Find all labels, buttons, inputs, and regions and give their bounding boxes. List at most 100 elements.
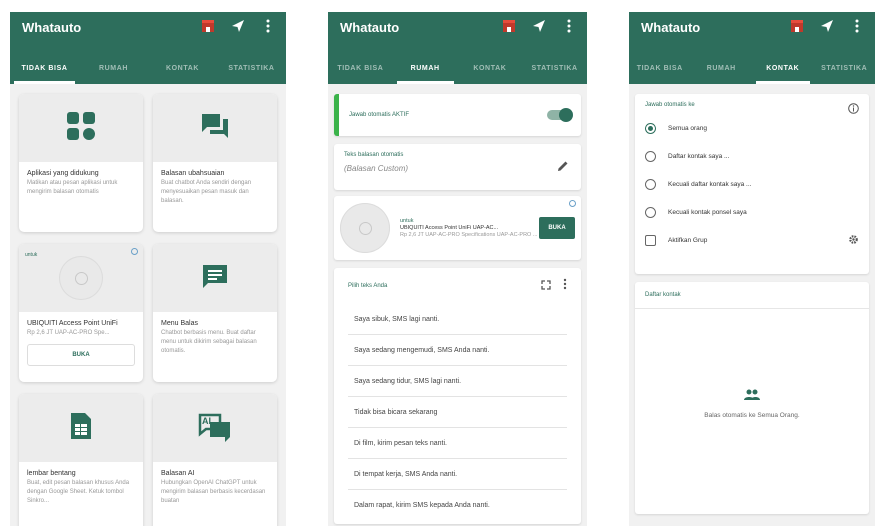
option-label: Semua orang <box>668 124 708 132</box>
message-item[interactable]: Di tempat kerja, SMS Anda nanti. <box>348 459 567 490</box>
ad-tag: untuk <box>400 217 414 224</box>
ad-open-button[interactable]: BUKA <box>539 217 575 239</box>
app-title: Whatauto <box>22 20 82 35</box>
store-icon[interactable] <box>789 18 805 34</box>
card-ai-reply[interactable]: AI Balasan AI Hubungkan OpenAI ChatGPT u… <box>153 394 277 526</box>
more-vert-icon[interactable] <box>563 277 567 295</box>
tab-kontak[interactable]: KONTAK <box>752 52 814 84</box>
reply-text-box[interactable]: Teks balasan otomatis (Balasan Custom) <box>334 144 581 190</box>
app-actions <box>200 18 276 34</box>
gear-icon[interactable] <box>848 234 859 247</box>
send-icon[interactable] <box>230 18 246 34</box>
chat-bubbles-icon <box>200 112 230 145</box>
screen-tidak-bisa: Whatauto TIDAK BISA RUMAH KONTAK STATIST… <box>10 12 286 526</box>
card-spreadsheet[interactable]: lembar bentang Buat, edit pesan balasan … <box>19 394 143 526</box>
app-actions <box>789 18 865 34</box>
more-vert-icon[interactable] <box>260 18 276 34</box>
apps-grid-icon <box>66 111 96 146</box>
tab-bar: TIDAK BISA RUMAH KONTAK STATISTIKA <box>629 52 875 84</box>
more-vert-icon[interactable] <box>849 18 865 34</box>
reply-value: (Balasan Custom) <box>344 164 409 173</box>
card-custom-reply[interactable]: Balasan ubahsuaian Buat chatbot Anda sen… <box>153 94 277 232</box>
ad-open-button[interactable]: BUKA <box>27 344 135 366</box>
radio-button[interactable] <box>645 178 656 190</box>
auto-reply-switch[interactable] <box>547 108 573 122</box>
tab-kontak[interactable]: KONTAK <box>458 52 523 84</box>
message-item[interactable]: Saya sedang tidur, SMS lagi nanti. <box>348 366 567 397</box>
menu-message-icon <box>201 263 229 294</box>
tab-statistika[interactable]: STATISTIKA <box>814 52 875 84</box>
send-icon[interactable] <box>531 18 547 34</box>
message-item[interactable]: Tidak bisa bicara sekarang <box>348 397 567 428</box>
send-icon[interactable] <box>819 18 835 34</box>
info-icon[interactable] <box>848 101 859 119</box>
store-icon[interactable] <box>200 18 216 34</box>
tab-kontak[interactable]: KONTAK <box>148 52 217 84</box>
app-title: Whatauto <box>641 20 701 35</box>
option-label: Kecuali daftar kontak saya ... <box>668 180 752 188</box>
message-item[interactable]: Saya sedang mengemudi, SMS Anda nanti. <box>348 335 567 366</box>
reply-to-options: Jawab otomatis ke Semua orang Daftar kon… <box>635 94 869 274</box>
app-bar: Whatauto TIDAK BISA RUMAH KONTAK STATIST… <box>629 12 875 84</box>
tab-bar: TIDAK BISA RUMAH KONTAK STATISTIKA <box>328 52 587 84</box>
card-desc: Chatbot berbasis menu. Buat daftar menu … <box>161 330 257 354</box>
ad-desc: Rp 2,6 JT UAP-AC-PRO Specifications UAP-… <box>400 231 538 238</box>
ad-tag: untuk <box>25 252 38 258</box>
reply-heading: Teks balasan otomatis <box>344 152 404 158</box>
spreadsheet-icon <box>70 412 92 445</box>
ad-banner[interactable]: untuk UBIQUITI Access Point UniFi UAP-AC… <box>334 196 581 260</box>
store-icon[interactable] <box>501 18 517 34</box>
stage: Whatauto TIDAK BISA RUMAH KONTAK STATIST… <box>0 0 875 526</box>
tab-rumah[interactable]: RUMAH <box>79 52 148 84</box>
tab-statistika[interactable]: STATISTIKA <box>522 52 587 84</box>
card-title: Menu Balas <box>161 320 198 327</box>
ad-card[interactable]: untuk UBIQUITI Access Point UniFi Rp 2,6… <box>19 244 143 382</box>
tab-tidak-bisa[interactable]: TIDAK BISA <box>629 52 691 84</box>
more-vert-icon[interactable] <box>561 18 577 34</box>
ad-info-icon[interactable] <box>569 200 576 207</box>
message-item[interactable]: Di film, kirim pesan teks nanti. <box>348 428 567 459</box>
card-supported-apps[interactable]: Aplikasi yang didukung Matikan atau pesa… <box>19 94 143 232</box>
message-item[interactable]: Saya sibuk, SMS lagi nanti. <box>348 304 567 335</box>
app-title: Whatauto <box>340 20 400 35</box>
ad-title: UBIQUITI Access Point UniFi <box>27 320 118 327</box>
card-desc: Buat chatbot Anda sendiri dengan menyesu… <box>161 180 252 204</box>
empty-state: Balas otomatis ke Semua Orang. <box>635 388 869 419</box>
option-except-phone-contacts[interactable]: Kecuali kontak ponsel saya <box>645 198 859 226</box>
card-title: Balasan AI <box>161 470 195 477</box>
card-desc: Hubungkan OpenAI ChatGPT untuk mengirim … <box>161 480 266 504</box>
enable-group-checkbox[interactable] <box>645 234 656 246</box>
radio-button[interactable] <box>645 150 656 162</box>
access-point-image <box>59 256 103 300</box>
tab-rumah[interactable]: RUMAH <box>691 52 753 84</box>
radio-button[interactable] <box>645 122 656 134</box>
radio-button[interactable] <box>645 206 656 218</box>
message-item[interactable]: Dalam rapat, kirim SMS kepada Anda nanti… <box>348 490 567 521</box>
app-bar: Whatauto TIDAK BISA RUMAH KONTAK STATIST… <box>10 12 286 84</box>
screen-rumah: Whatauto TIDAK BISA RUMAH KONTAK STATIST… <box>328 12 587 526</box>
card-desc: Buat, edit pesan balasan khusus Anda den… <box>27 480 130 504</box>
feature-grid: Aplikasi yang didukung Matikan atau pesa… <box>10 84 286 526</box>
option-label: Daftar kontak saya ... <box>668 152 730 160</box>
app-actions <box>501 18 577 34</box>
option-everyone[interactable]: Semua orang <box>645 114 859 142</box>
fullscreen-icon[interactable] <box>541 277 551 295</box>
auto-reply-toggle-row: Jawab otomatis AKTIF <box>334 94 581 136</box>
tab-tidak-bisa[interactable]: TIDAK BISA <box>328 52 393 84</box>
contact-list-box: Daftar kontak Balas otomatis ke Semua Or… <box>635 282 869 514</box>
card-desc: Matikan atau pesan aplikasi untuk mengir… <box>27 180 118 195</box>
ai-label: AI <box>202 416 211 426</box>
enable-group-row[interactable]: Aktifkan Grup <box>645 226 859 254</box>
kontak-body: Jawab otomatis ke Semua orang Daftar kon… <box>629 84 875 524</box>
card-menu-reply[interactable]: Menu Balas Chatbot berbasis menu. Buat d… <box>153 244 277 382</box>
edit-pencil-icon[interactable] <box>557 159 569 177</box>
tab-statistika[interactable]: STATISTIKA <box>217 52 286 84</box>
auto-reply-status: Jawab otomatis AKTIF <box>349 112 410 118</box>
tab-rumah[interactable]: RUMAH <box>393 52 458 84</box>
tab-tidak-bisa[interactable]: TIDAK BISA <box>10 52 79 84</box>
option-my-contacts[interactable]: Daftar kontak saya ... <box>645 142 859 170</box>
option-except-my-contacts[interactable]: Kecuali daftar kontak saya ... <box>645 170 859 198</box>
ad-info-icon[interactable] <box>131 248 138 255</box>
card-title: lembar bentang <box>27 470 76 477</box>
message-list-box: Pilih teks Anda Saya sibuk, SMS lagi nan… <box>334 268 581 524</box>
